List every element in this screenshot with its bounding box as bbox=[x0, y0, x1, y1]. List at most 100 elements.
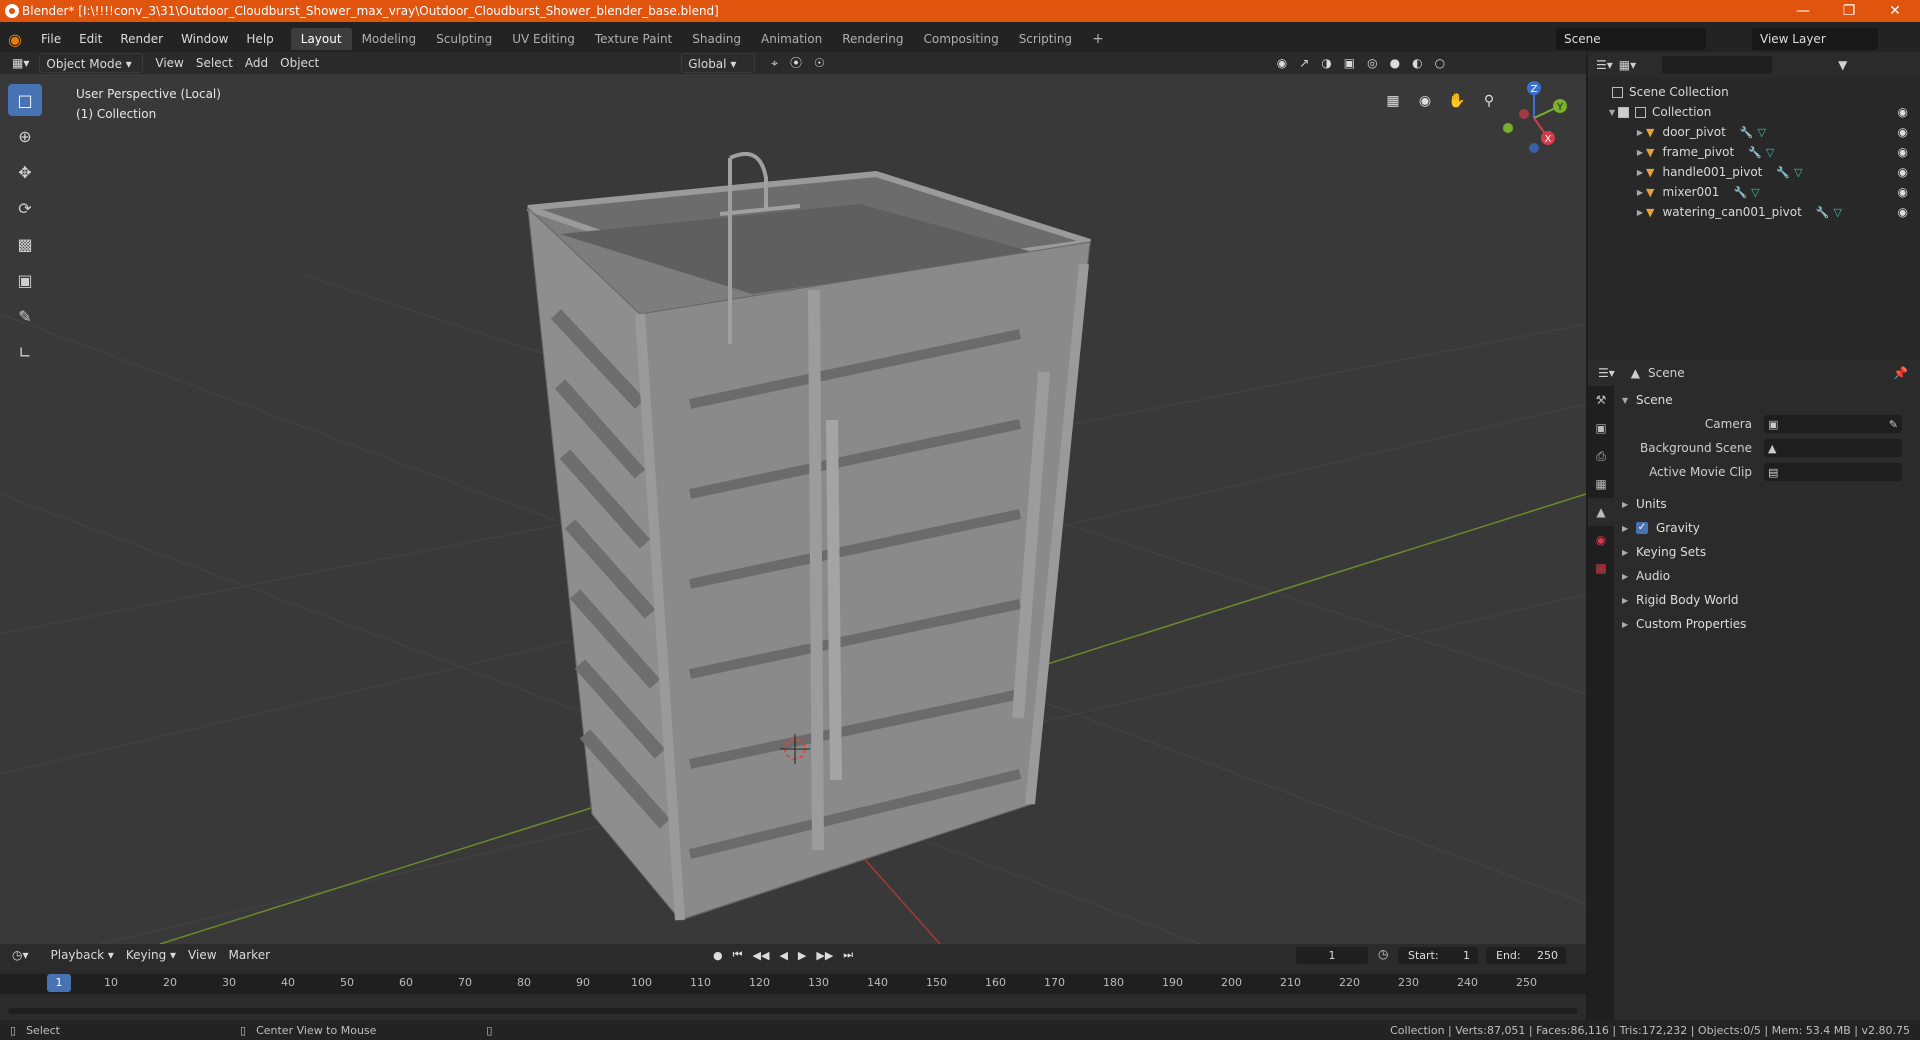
record-icon[interactable]: ● bbox=[713, 949, 723, 962]
ortho-toggle-icon[interactable]: ▦ bbox=[1380, 88, 1406, 114]
restore-button[interactable]: ❐ bbox=[1826, 0, 1872, 22]
eye-icon[interactable]: ◉ bbox=[1898, 145, 1908, 159]
wireframe-shading-icon[interactable]: ◎ bbox=[1361, 53, 1383, 73]
current-frame-field[interactable]: 1 bbox=[1296, 947, 1368, 964]
tab-modeling[interactable]: Modeling bbox=[352, 28, 427, 50]
menu-window[interactable]: Window bbox=[172, 32, 237, 46]
scene-selector[interactable]: Scene bbox=[1556, 28, 1706, 50]
material-shading-icon[interactable]: ◐ bbox=[1406, 53, 1428, 73]
view-layer-tab-icon[interactable]: ▦ bbox=[1588, 470, 1614, 498]
rendered-shading-icon[interactable]: ○ bbox=[1429, 53, 1451, 73]
menu-render[interactable]: Render bbox=[111, 32, 172, 46]
outliner-item[interactable]: ▶ ▼ mixer001 🔧 ▽ ◉ bbox=[1588, 182, 1920, 202]
neg-z-axis-handle[interactable] bbox=[1529, 143, 1539, 153]
eye-icon[interactable]: ◉ bbox=[1898, 125, 1908, 139]
scale-tool-icon[interactable]: ▩ bbox=[8, 228, 42, 260]
collection-row[interactable]: ▼ Collection ◉ bbox=[1588, 102, 1920, 122]
gravity-checkbox[interactable]: ✓ bbox=[1636, 522, 1648, 534]
tab-sculpting[interactable]: Sculpting bbox=[426, 28, 502, 50]
outliner-item[interactable]: ▶ ▼ frame_pivot 🔧 ▽ ◉ bbox=[1588, 142, 1920, 162]
rigid-body-world-panel-header[interactable]: ▶ Rigid Body World bbox=[1614, 588, 1920, 612]
select-box-tool-icon[interactable]: □ bbox=[8, 84, 42, 116]
frame-ruler[interactable]: 1 10 20 30 40 50 60 70 80 90 100 110 120… bbox=[0, 974, 1586, 994]
units-panel-header[interactable]: ▶ Units bbox=[1614, 492, 1920, 516]
jump-start-icon[interactable]: ⏮ bbox=[733, 948, 743, 962]
xray-icon[interactable]: ▣ bbox=[1338, 53, 1361, 73]
audio-panel-header[interactable]: ▶ Audio bbox=[1614, 564, 1920, 588]
tab-rendering[interactable]: Rendering bbox=[832, 28, 913, 50]
camera-view-icon[interactable]: ◉ bbox=[1412, 88, 1438, 114]
annotate-tool-icon[interactable]: ✎ bbox=[8, 300, 42, 332]
pivot-icon[interactable]: ⌖ bbox=[765, 53, 784, 73]
marker-menu[interactable]: Marker bbox=[223, 945, 276, 965]
start-frame-field[interactable]: Start: 1 bbox=[1398, 947, 1478, 964]
keying-sets-panel-header[interactable]: ▶ Keying Sets bbox=[1614, 540, 1920, 564]
editor-type-icon[interactable]: ▦▾ bbox=[6, 53, 35, 73]
world-tab-icon[interactable]: ◉ bbox=[1588, 526, 1614, 554]
move-tool-icon[interactable]: ✥ bbox=[8, 156, 42, 188]
eye-icon[interactable]: ◉ bbox=[1898, 165, 1908, 179]
menu-edit[interactable]: Edit bbox=[70, 32, 111, 46]
snap-icon[interactable]: ⦿ bbox=[784, 53, 808, 73]
tool-tab-icon[interactable]: ⚒ bbox=[1588, 386, 1614, 414]
expand-arrow-icon[interactable]: ▶ bbox=[1634, 148, 1646, 157]
movie-clip-input[interactable]: ▤ bbox=[1764, 463, 1902, 481]
tab-animation[interactable]: Animation bbox=[751, 28, 832, 50]
transform-tool-icon[interactable]: ▣ bbox=[8, 264, 42, 296]
menu-add[interactable]: Add bbox=[239, 53, 274, 73]
filter-icon[interactable]: ▼ bbox=[1838, 58, 1847, 72]
orientation-selector[interactable]: Global ▾ bbox=[681, 53, 756, 73]
scene-collection-row[interactable]: Scene Collection bbox=[1588, 82, 1920, 102]
3d-viewport[interactable]: □ ⊕ ✥ ⟳ ▩ ▣ ✎ ∟ User Perspective (Local)… bbox=[0, 74, 1586, 944]
tab-layout[interactable]: Layout bbox=[290, 28, 352, 50]
texture-tab-icon[interactable]: ▩ bbox=[1588, 554, 1614, 582]
expand-arrow-icon[interactable]: ▶ bbox=[1634, 188, 1646, 197]
overlay-toggle-icon[interactable]: ◑ bbox=[1315, 53, 1337, 73]
pin-icon[interactable]: 📌 bbox=[1893, 366, 1908, 380]
background-scene-input[interactable]: ▲ bbox=[1764, 439, 1902, 457]
timeline-editor-icon[interactable]: ◷▾ bbox=[6, 945, 35, 965]
checkbox-icon[interactable] bbox=[1618, 106, 1629, 118]
cursor-tool-icon[interactable]: ⊕ bbox=[8, 120, 42, 152]
tab-texture-paint[interactable]: Texture Paint bbox=[585, 28, 682, 50]
menu-object[interactable]: Object bbox=[274, 53, 325, 73]
clock-icon[interactable]: ◷ bbox=[1378, 947, 1388, 961]
eye-icon[interactable]: ◉ bbox=[1898, 185, 1908, 199]
tab-shading[interactable]: Shading bbox=[682, 28, 751, 50]
close-button[interactable]: ✕ bbox=[1872, 0, 1918, 22]
timeline-scrollbar[interactable] bbox=[8, 1008, 1578, 1014]
current-frame-indicator[interactable]: 1 bbox=[47, 974, 71, 992]
expand-arrow-icon[interactable]: ▼ bbox=[1606, 108, 1618, 117]
tab-uv-editing[interactable]: UV Editing bbox=[502, 28, 585, 50]
prev-keyframe-icon[interactable]: ◀◀ bbox=[753, 949, 770, 962]
eye-icon[interactable]: ◉ bbox=[1898, 105, 1908, 119]
jump-end-icon[interactable]: ⏭ bbox=[843, 948, 853, 962]
display-mode-icon[interactable]: ▦▾ bbox=[1619, 58, 1636, 72]
expand-arrow-icon[interactable]: ▶ bbox=[1634, 128, 1646, 137]
outliner-item[interactable]: ▶ ▼ door_pivot 🔧 ▽ ◉ bbox=[1588, 122, 1920, 142]
outliner-item[interactable]: ▶ ▼ watering_can001_pivot 🔧 ▽ ◉ bbox=[1588, 202, 1920, 222]
eyedropper-icon[interactable]: ✎ bbox=[1889, 418, 1898, 431]
expand-arrow-icon[interactable]: ▶ bbox=[1634, 168, 1646, 177]
minimize-button[interactable]: — bbox=[1780, 0, 1826, 22]
mode-selector[interactable]: Object Mode ▾ bbox=[39, 53, 144, 73]
scene-tab-icon[interactable]: ▲ bbox=[1588, 498, 1614, 526]
timeline-view-menu[interactable]: View bbox=[182, 945, 222, 965]
proportional-edit-icon[interactable]: ☉ bbox=[808, 53, 831, 73]
outliner-item[interactable]: ▶ ▼ handle001_pivot 🔧 ▽ ◉ bbox=[1588, 162, 1920, 182]
play-reverse-icon[interactable]: ◀ bbox=[779, 949, 787, 962]
pan-hand-icon[interactable]: ✋ bbox=[1444, 88, 1470, 114]
menu-help[interactable]: Help bbox=[237, 32, 282, 46]
rotate-tool-icon[interactable]: ⟳ bbox=[8, 192, 42, 224]
tab-compositing[interactable]: Compositing bbox=[913, 28, 1008, 50]
menu-select[interactable]: Select bbox=[190, 53, 239, 73]
gizmo-toggle-icon[interactable]: ↗ bbox=[1293, 53, 1315, 73]
measure-tool-icon[interactable]: ∟ bbox=[8, 336, 42, 368]
visibility-icon[interactable]: ◉ bbox=[1271, 53, 1293, 73]
scene-panel-header[interactable]: ▼ Scene bbox=[1614, 388, 1920, 412]
neg-x-axis-handle[interactable] bbox=[1519, 109, 1529, 119]
add-workspace-button[interactable]: + bbox=[1082, 28, 1114, 50]
neg-y-axis-handle[interactable] bbox=[1503, 123, 1513, 133]
output-tab-icon[interactable]: ⎙ bbox=[1588, 442, 1614, 470]
view-layer-selector[interactable]: View Layer bbox=[1752, 28, 1878, 50]
